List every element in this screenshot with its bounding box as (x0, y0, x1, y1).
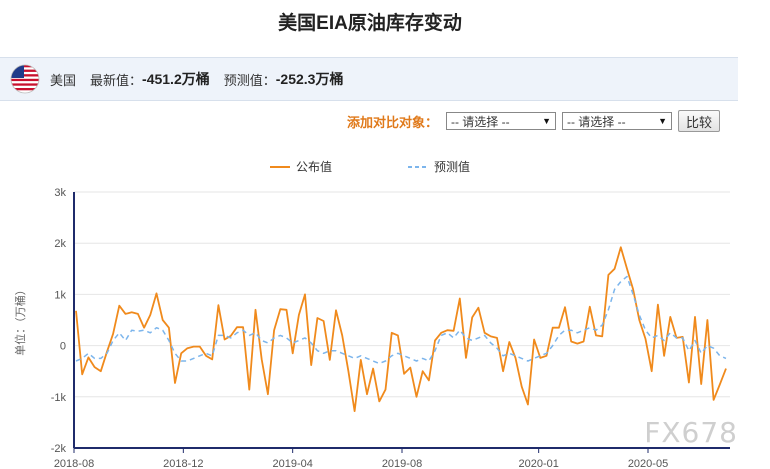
line-chart: -2k -1k 0 1k 2k 3k 单位：（万桶） 2018-08 2018-12 2019-0… (13, 187, 730, 469)
y-tick-label: -2k (51, 443, 67, 455)
y-tick-label: 0 (60, 341, 66, 353)
x-tick-label: 2020-01 (518, 458, 558, 469)
y-tick-label: 3k (54, 187, 66, 199)
x-tick-label: 2019-08 (382, 458, 422, 469)
x-tick-label: 2020-05 (628, 458, 668, 469)
x-tick-label: 2019-04 (272, 458, 312, 469)
x-tick-label: 2018-08 (54, 458, 94, 469)
x-tick-label: 2018-12 (163, 458, 203, 469)
y-tick-label: 2k (54, 238, 66, 250)
series-line-actual (75, 246, 727, 413)
y-tick-label: 1k (54, 289, 66, 301)
y-tick-label: -1k (51, 392, 67, 404)
y-axis-label: 单位：（万桶） (13, 284, 27, 356)
watermark: FX678 (644, 416, 738, 449)
